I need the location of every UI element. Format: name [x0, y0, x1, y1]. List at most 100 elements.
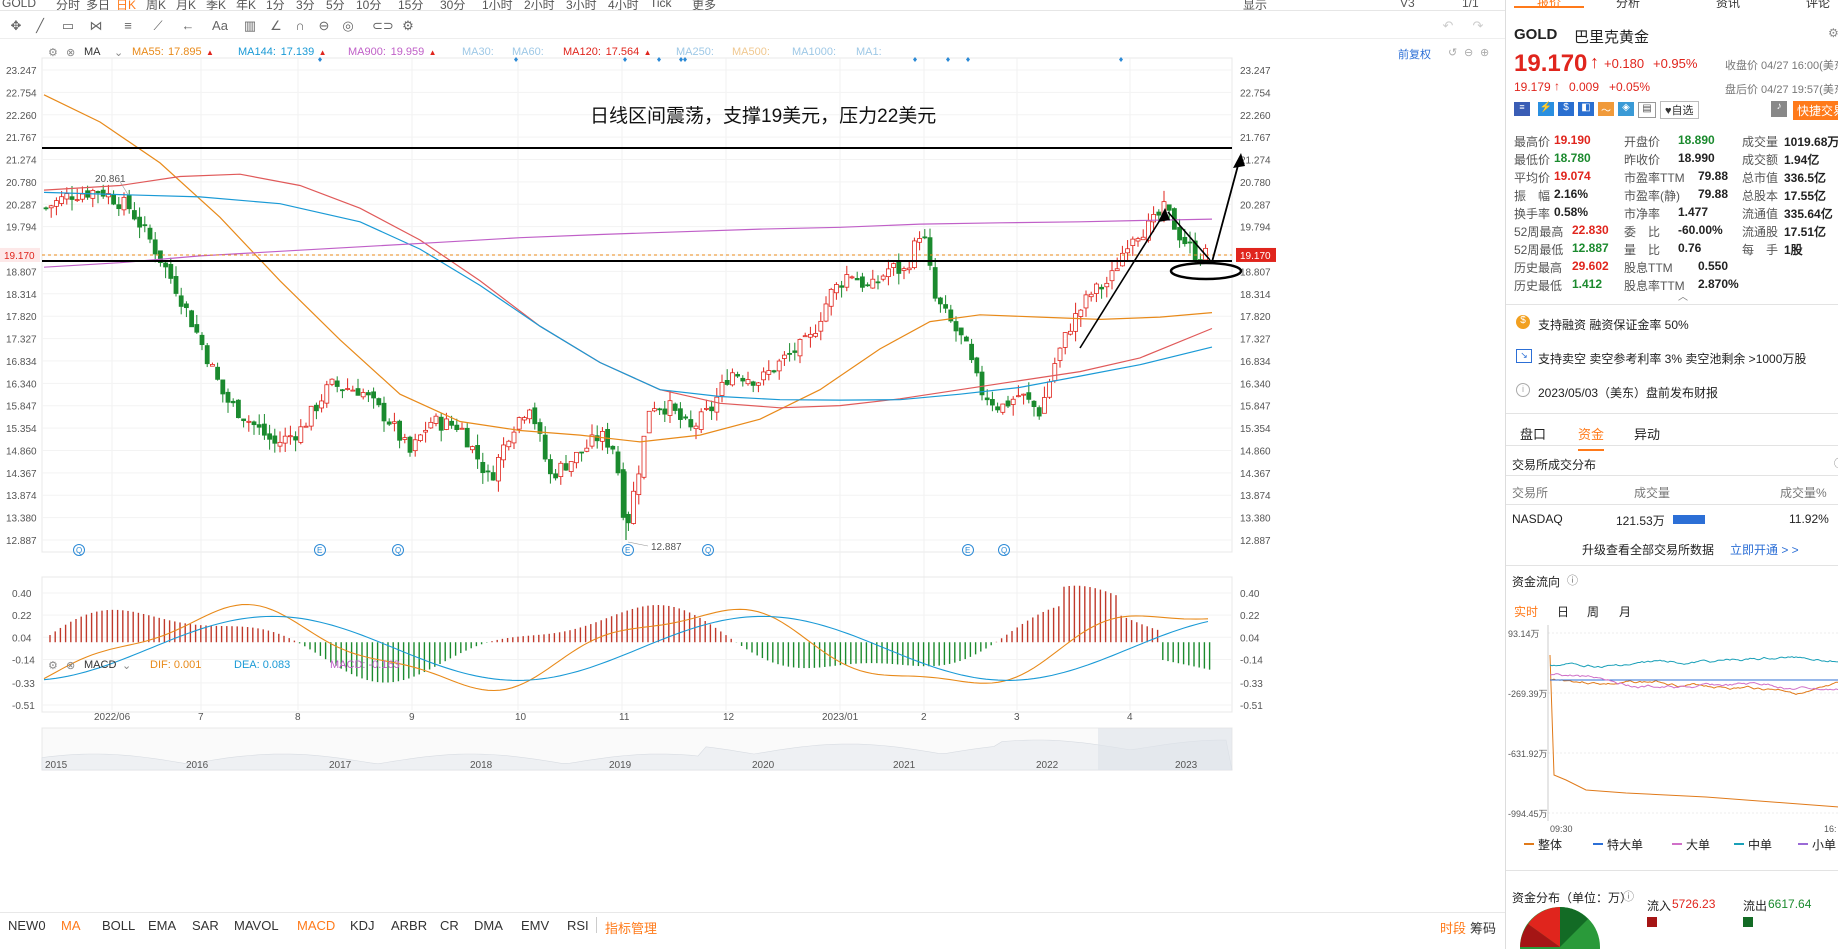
rect-tool-icon[interactable]: ▭: [60, 18, 76, 34]
tag-icon[interactable]: ◈: [1618, 102, 1634, 116]
macd-axis-left-5: -0.51: [12, 701, 35, 712]
period-3[interactable]: 日K: [116, 0, 136, 10]
period-15[interactable]: 2小时: [524, 0, 555, 10]
tab-analysis[interactable]: 分析: [1616, 0, 1640, 8]
indicator-tab-6[interactable]: MACD: [297, 918, 335, 933]
time-label-10: 4: [1127, 712, 1133, 723]
period-17[interactable]: 4小时: [608, 0, 639, 10]
flow-tab-realtime[interactable]: 实时: [1514, 603, 1538, 620]
toolbar-right-0[interactable]: 显示: [1243, 0, 1267, 10]
channel-tool-icon[interactable]: ≡: [120, 18, 136, 34]
quote-label-7-1: 股息TTM: [1624, 261, 1673, 275]
period-12[interactable]: 15分: [398, 0, 423, 10]
bell-icon[interactable]: ♪: [1771, 101, 1787, 117]
flow-tab-week[interactable]: 周: [1587, 603, 1599, 620]
tab-orderbook[interactable]: 盘口: [1520, 424, 1546, 443]
macd-label[interactable]: MACD: [84, 659, 116, 671]
period-14[interactable]: 1小时: [482, 0, 513, 10]
price-axis-left-11: 17.820: [6, 312, 37, 323]
toolbar-right-1[interactable]: V3: [1400, 0, 1415, 10]
note-icon[interactable]: ▤: [1638, 102, 1656, 118]
text-tool-icon[interactable]: Aa: [212, 18, 228, 34]
period-4[interactable]: 周K: [146, 0, 166, 10]
redo-icon[interactable]: ↷: [1470, 18, 1486, 34]
quote-label-2-2: 总市值: [1742, 171, 1779, 185]
period-10[interactable]: 5分: [326, 0, 345, 10]
indicator-tab-10[interactable]: DMA: [474, 918, 503, 933]
exchange-info-icon[interactable]: ⓘ: [1834, 455, 1838, 471]
indicator-tab-5[interactable]: MAVOL: [234, 918, 279, 933]
capital-flow-chart[interactable]: 93.14万 -269.39万 -631.92万 -994.45万09:30 16:: [1506, 625, 1838, 835]
indicator-tab-11[interactable]: EMV: [521, 918, 549, 933]
line-tool-icon[interactable]: ╱: [32, 18, 48, 34]
indicator-tab-3[interactable]: EMA: [148, 918, 176, 933]
dividend-icon[interactable]: 〜: [1598, 102, 1614, 117]
period-5[interactable]: 月K: [176, 0, 196, 10]
link-icon[interactable]: ⊂⊃: [372, 18, 394, 34]
period-8[interactable]: 1分: [266, 0, 285, 10]
toolbar-right-2[interactable]: 1/1: [1462, 0, 1479, 10]
price-axis-right-4: 21.274: [1240, 156, 1271, 167]
quick-trade-button[interactable]: 快捷交易: [1793, 101, 1838, 120]
pen-icon[interactable]: ∠: [268, 18, 284, 34]
bottom-right-1[interactable]: 筹码: [1470, 918, 1496, 937]
undo-icon[interactable]: ↶: [1440, 18, 1456, 34]
collapse-icon[interactable]: ︿: [1678, 288, 1688, 303]
period-1[interactable]: 分时: [56, 0, 80, 10]
bottom-right-0[interactable]: 时段: [1440, 918, 1466, 937]
indicator-tab-2[interactable]: BOLL: [102, 918, 135, 933]
magnet-icon[interactable]: ∩: [292, 18, 308, 34]
indicator-tab-4[interactable]: SAR: [192, 918, 219, 933]
period-18[interactable]: Tick: [650, 0, 672, 10]
period-19[interactable]: 更多: [692, 0, 716, 10]
margin-icon[interactable]: ⚡: [1538, 102, 1554, 116]
indicator-tab-13[interactable]: 指标管理: [605, 918, 657, 937]
period-6[interactable]: 季K: [206, 0, 226, 10]
lock-icon[interactable]: ⊖: [316, 18, 332, 34]
tab-movement[interactable]: 异动: [1634, 424, 1660, 443]
arrow-tool-icon[interactable]: ←: [180, 18, 196, 34]
indicator-tab-1[interactable]: MA: [61, 918, 81, 933]
period-9[interactable]: 3分: [296, 0, 315, 10]
short-icon[interactable]: $: [1558, 102, 1574, 116]
upgrade-link[interactable]: 立即开通 > >: [1730, 541, 1799, 558]
watchlist-button[interactable]: ♥自选: [1660, 101, 1699, 119]
period-13[interactable]: 30分: [440, 0, 465, 10]
macd-axis-right-3: -0.14: [1240, 655, 1263, 666]
indicator-tab-9[interactable]: CR: [440, 918, 459, 933]
fib-tool-icon[interactable]: ⋈: [88, 18, 104, 34]
tab-quote[interactable]: 报价: [1514, 0, 1584, 8]
period-11[interactable]: 10分: [356, 0, 381, 10]
indicator-tab-8[interactable]: ARBR: [391, 918, 427, 933]
flow-tab-month[interactable]: 月: [1619, 603, 1631, 620]
distribution-info-icon[interactable]: ⓘ: [1623, 888, 1634, 904]
period-7[interactable]: 年K: [236, 0, 256, 10]
gear-icon[interactable]: ⚙: [1828, 26, 1838, 40]
crosshair-icon[interactable]: ✥: [8, 18, 24, 34]
macd-settings-icon[interactable]: ⚙: [48, 659, 58, 672]
tab-news[interactable]: 资讯: [1716, 0, 1740, 8]
option-icon[interactable]: ◧: [1578, 102, 1594, 116]
candle-body-104: [584, 447, 590, 452]
eye-icon[interactable]: ◎: [340, 18, 356, 34]
period-16[interactable]: 3小时: [566, 0, 597, 10]
flow-tab-day[interactable]: 日: [1557, 603, 1569, 620]
tab-comments[interactable]: 评论: [1806, 0, 1830, 8]
ruler-icon[interactable]: ⟋: [150, 18, 166, 34]
price-axis-left-15: 15.847: [6, 402, 37, 413]
indicator-tab-0[interactable]: NEW0: [8, 918, 46, 933]
quote-label-6-2: 每 手: [1742, 243, 1779, 257]
tab-capital[interactable]: 资金: [1578, 424, 1605, 451]
macd-chevron-icon[interactable]: ⌄: [122, 659, 131, 672]
indicator-tab-7[interactable]: KDJ: [350, 918, 375, 933]
macd-close-icon[interactable]: ⊗: [66, 659, 75, 672]
period-0[interactable]: GOLD: [2, 0, 36, 10]
period-2[interactable]: 多日: [86, 0, 110, 10]
delete-icon[interactable]: ▥: [242, 18, 258, 34]
flow-info-icon[interactable]: ⓘ: [1567, 572, 1578, 588]
candle-body-48: [293, 436, 299, 441]
indicator-tab-12[interactable]: RSI: [567, 918, 589, 933]
settings-icon[interactable]: ⚙: [400, 18, 416, 34]
price-chart-area[interactable]: 23.247 23.247 22.754 22.754 22.260 22.260 21.7…: [0, 40, 1505, 912]
info-icon: i: [1516, 383, 1530, 397]
